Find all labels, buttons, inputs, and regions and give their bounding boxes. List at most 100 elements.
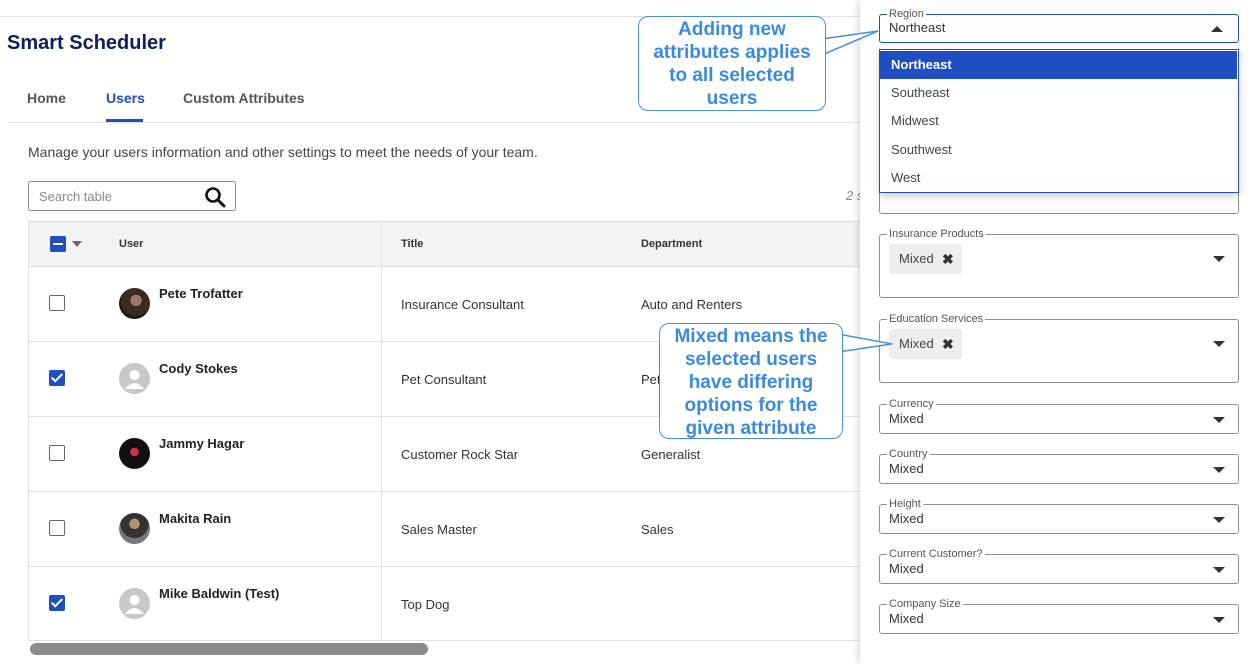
avatar: [119, 288, 150, 319]
callout-line: have differing: [688, 372, 814, 393]
callout-pointer: [821, 30, 879, 57]
attributes-panel: Region Northeast Northeast Southeast Mid…: [860, 0, 1253, 664]
callout-adding-attributes: Adding new attributes applies to all sel…: [638, 16, 826, 111]
avatar: [119, 438, 150, 469]
chevron-down-icon[interactable]: [1213, 256, 1225, 262]
chevron-up-icon[interactable]: [1211, 26, 1223, 32]
row-checkbox[interactable]: [49, 595, 65, 611]
user-name: Jammy Hagar: [159, 436, 245, 451]
search-icon[interactable]: [203, 185, 227, 209]
region-option-southeast[interactable]: Southeast: [880, 79, 1237, 107]
region-option-northeast[interactable]: Northeast: [880, 51, 1237, 79]
user-title: Customer Rock Star: [401, 447, 519, 462]
region-dropdown-menu: Northeast Southeast Midwest Southwest We…: [879, 49, 1239, 193]
callout-line: Adding new: [678, 19, 786, 40]
callout-line: to all selected: [669, 65, 795, 86]
user-name: Pete Trofatter: [159, 286, 243, 301]
tab-custom-attributes[interactable]: Custom Attributes: [183, 90, 305, 106]
close-icon[interactable]: ✖: [942, 329, 954, 359]
callout-line: selected users: [684, 349, 818, 370]
currency-label: Currency: [887, 398, 936, 410]
chevron-down-icon[interactable]: [1213, 341, 1225, 347]
callout-line: attributes applies: [653, 42, 811, 63]
user-title: Top Dog: [401, 597, 450, 612]
user-name: Mike Baldwin (Test): [159, 586, 280, 601]
region-option-southwest[interactable]: Southwest: [880, 136, 1237, 164]
callout-mixed-meaning: Mixed means the selected users have diff…: [659, 323, 843, 439]
country-select[interactable]: Country Mixed: [879, 448, 1239, 484]
region-option-midwest[interactable]: Midwest: [880, 107, 1237, 135]
person-icon: [125, 370, 144, 389]
current-customer-value: Mixed: [889, 561, 924, 576]
person-icon: [125, 595, 144, 614]
country-value: Mixed: [889, 461, 924, 476]
table-header: User Title Department: [29, 222, 860, 267]
chevron-down-icon[interactable]: [1213, 517, 1225, 523]
region-select[interactable]: Region Northeast: [879, 8, 1239, 43]
column-header-title[interactable]: Title: [401, 238, 423, 250]
column-divider: [381, 222, 382, 640]
education-services-label: Education Services: [887, 313, 986, 325]
row-checkbox[interactable]: [49, 520, 65, 536]
company-size-value: Mixed: [889, 611, 924, 626]
user-department: Sales: [641, 522, 674, 537]
user-department: Generalist: [641, 447, 701, 462]
chevron-down-icon[interactable]: [1213, 467, 1225, 473]
user-title: Insurance Consultant: [401, 297, 524, 312]
chevron-down-icon[interactable]: [72, 241, 82, 247]
table-row[interactable]: Mike Baldwin (Test) Top Dog: [29, 567, 860, 640]
insurance-products-label: Insurance Products: [887, 228, 986, 240]
chip-label: Mixed: [899, 251, 934, 266]
mixed-chip: Mixed ✖: [889, 244, 962, 274]
height-select[interactable]: Height Mixed: [879, 498, 1239, 534]
mixed-chip: Mixed ✖: [889, 329, 962, 359]
table-row[interactable]: Makita Rain Sales Master Sales: [29, 492, 860, 567]
chevron-down-icon[interactable]: [1213, 417, 1225, 423]
insurance-products-select[interactable]: Insurance Products Mixed ✖: [879, 228, 1239, 298]
select-all-checkbox[interactable]: [50, 236, 66, 252]
callout-line: Mixed means the: [674, 326, 828, 347]
company-size-select[interactable]: Company Size Mixed: [879, 598, 1239, 634]
avatar: [119, 513, 150, 544]
row-checkbox[interactable]: [49, 295, 65, 311]
height-label: Height: [887, 498, 923, 510]
company-size-label: Company Size: [887, 598, 963, 610]
current-customer-label: Current Customer?: [887, 548, 985, 560]
height-value: Mixed: [889, 511, 924, 526]
close-icon[interactable]: ✖: [942, 244, 954, 274]
row-checkbox[interactable]: [49, 370, 65, 386]
user-department: Auto and Renters: [641, 297, 743, 312]
avatar: [119, 363, 150, 394]
user-department: Pet: [641, 372, 661, 387]
chevron-down-icon[interactable]: [1213, 617, 1225, 623]
callout-pointer: [837, 333, 893, 353]
user-title: Pet Consultant: [401, 372, 487, 387]
search-box: [28, 181, 236, 211]
current-customer-select[interactable]: Current Customer? Mixed: [879, 548, 1239, 584]
active-tab-indicator: [106, 119, 143, 122]
education-services-select[interactable]: Education Services Mixed ✖: [879, 313, 1239, 383]
horizontal-scrollbar[interactable]: [30, 643, 428, 655]
page-description: Manage your users information and other …: [28, 144, 538, 160]
region-label: Region: [887, 8, 926, 20]
chip-label: Mixed: [899, 336, 934, 351]
chevron-down-icon[interactable]: [1213, 567, 1225, 573]
user-name: Cody Stokes: [159, 361, 238, 376]
column-header-user[interactable]: User: [119, 238, 143, 250]
region-value: Northeast: [889, 20, 946, 35]
tab-home[interactable]: Home: [27, 90, 66, 106]
currency-value: Mixed: [889, 411, 924, 426]
user-name: Makita Rain: [159, 511, 232, 526]
app-title: Smart Scheduler: [7, 32, 166, 54]
callout-line: given attribute: [685, 418, 817, 439]
avatar: [119, 588, 150, 619]
row-checkbox[interactable]: [49, 445, 65, 461]
country-label: Country: [887, 448, 930, 460]
tab-users[interactable]: Users: [106, 90, 145, 106]
region-option-west[interactable]: West: [880, 164, 1237, 192]
callout-line: users: [706, 88, 758, 109]
currency-select[interactable]: Currency Mixed: [879, 398, 1239, 434]
callout-line: options for the: [684, 395, 818, 416]
column-header-department[interactable]: Department: [641, 238, 702, 250]
search-input[interactable]: [37, 187, 197, 205]
